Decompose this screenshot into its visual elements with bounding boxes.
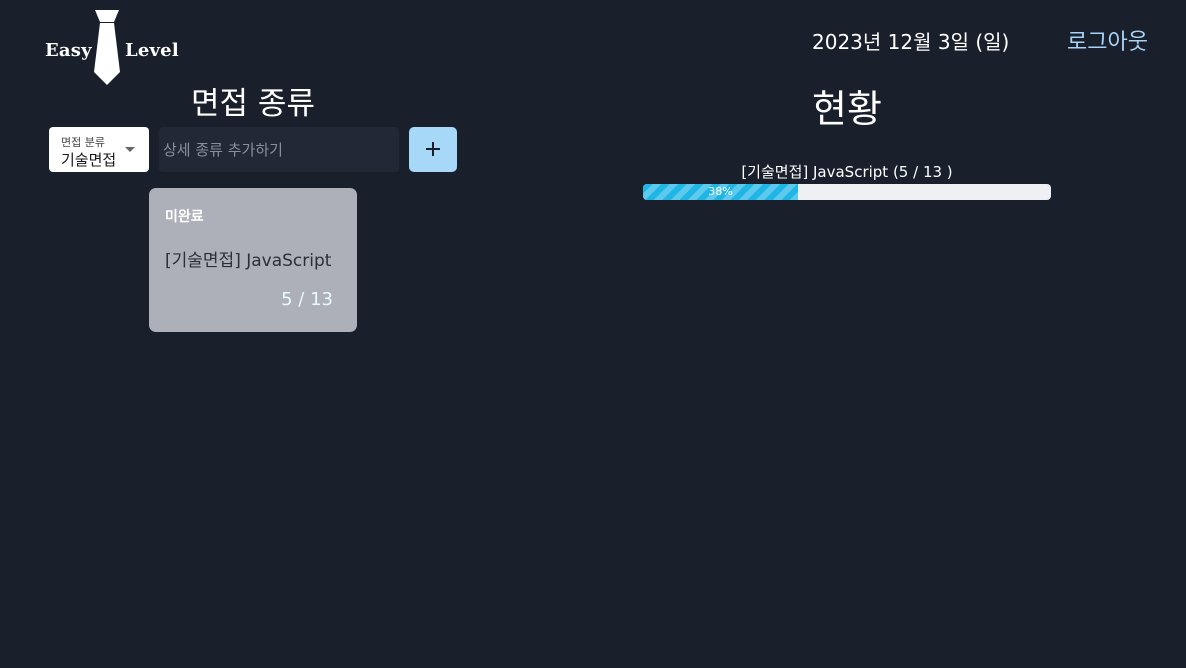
app-root: Easy Level 2023년 12월 3일 (일) 로그아웃 면접 종류 면… xyxy=(0,0,1186,668)
necktie-icon xyxy=(94,10,120,85)
current-date: 2023년 12월 3일 (일) xyxy=(812,30,1010,54)
category-select-label: 면접 분류 xyxy=(61,136,105,149)
logo-text-easy: Easy xyxy=(45,40,92,61)
detail-type-input[interactable] xyxy=(159,127,399,172)
category-select[interactable]: 면접 분류 기술면접 xyxy=(49,127,149,172)
progress-percent: 38% xyxy=(708,185,733,198)
card-status: 미완료 xyxy=(165,209,204,225)
card-count: 5 / 13 xyxy=(281,289,333,310)
card-title: [기술면접] JavaScript xyxy=(165,251,332,271)
caret-down-icon xyxy=(125,147,135,152)
interview-types-title: 면접 종류 xyxy=(191,86,315,122)
logout-link[interactable]: 로그아웃 xyxy=(1067,24,1148,56)
interview-card[interactable]: 미완료 [기술면접] JavaScript 5 / 13 xyxy=(149,188,357,332)
status-title: 현황 xyxy=(812,87,882,131)
logo[interactable]: Easy Level xyxy=(44,10,184,86)
add-button[interactable] xyxy=(409,127,457,172)
progress-bar: 38% xyxy=(643,184,1051,200)
category-select-value: 기술면접 xyxy=(61,151,117,169)
logo-text-level: Level xyxy=(125,40,179,61)
plus-icon-stroke xyxy=(432,142,434,156)
progress-label: [기술면접] JavaScript (5 / 13 ) xyxy=(741,163,953,181)
